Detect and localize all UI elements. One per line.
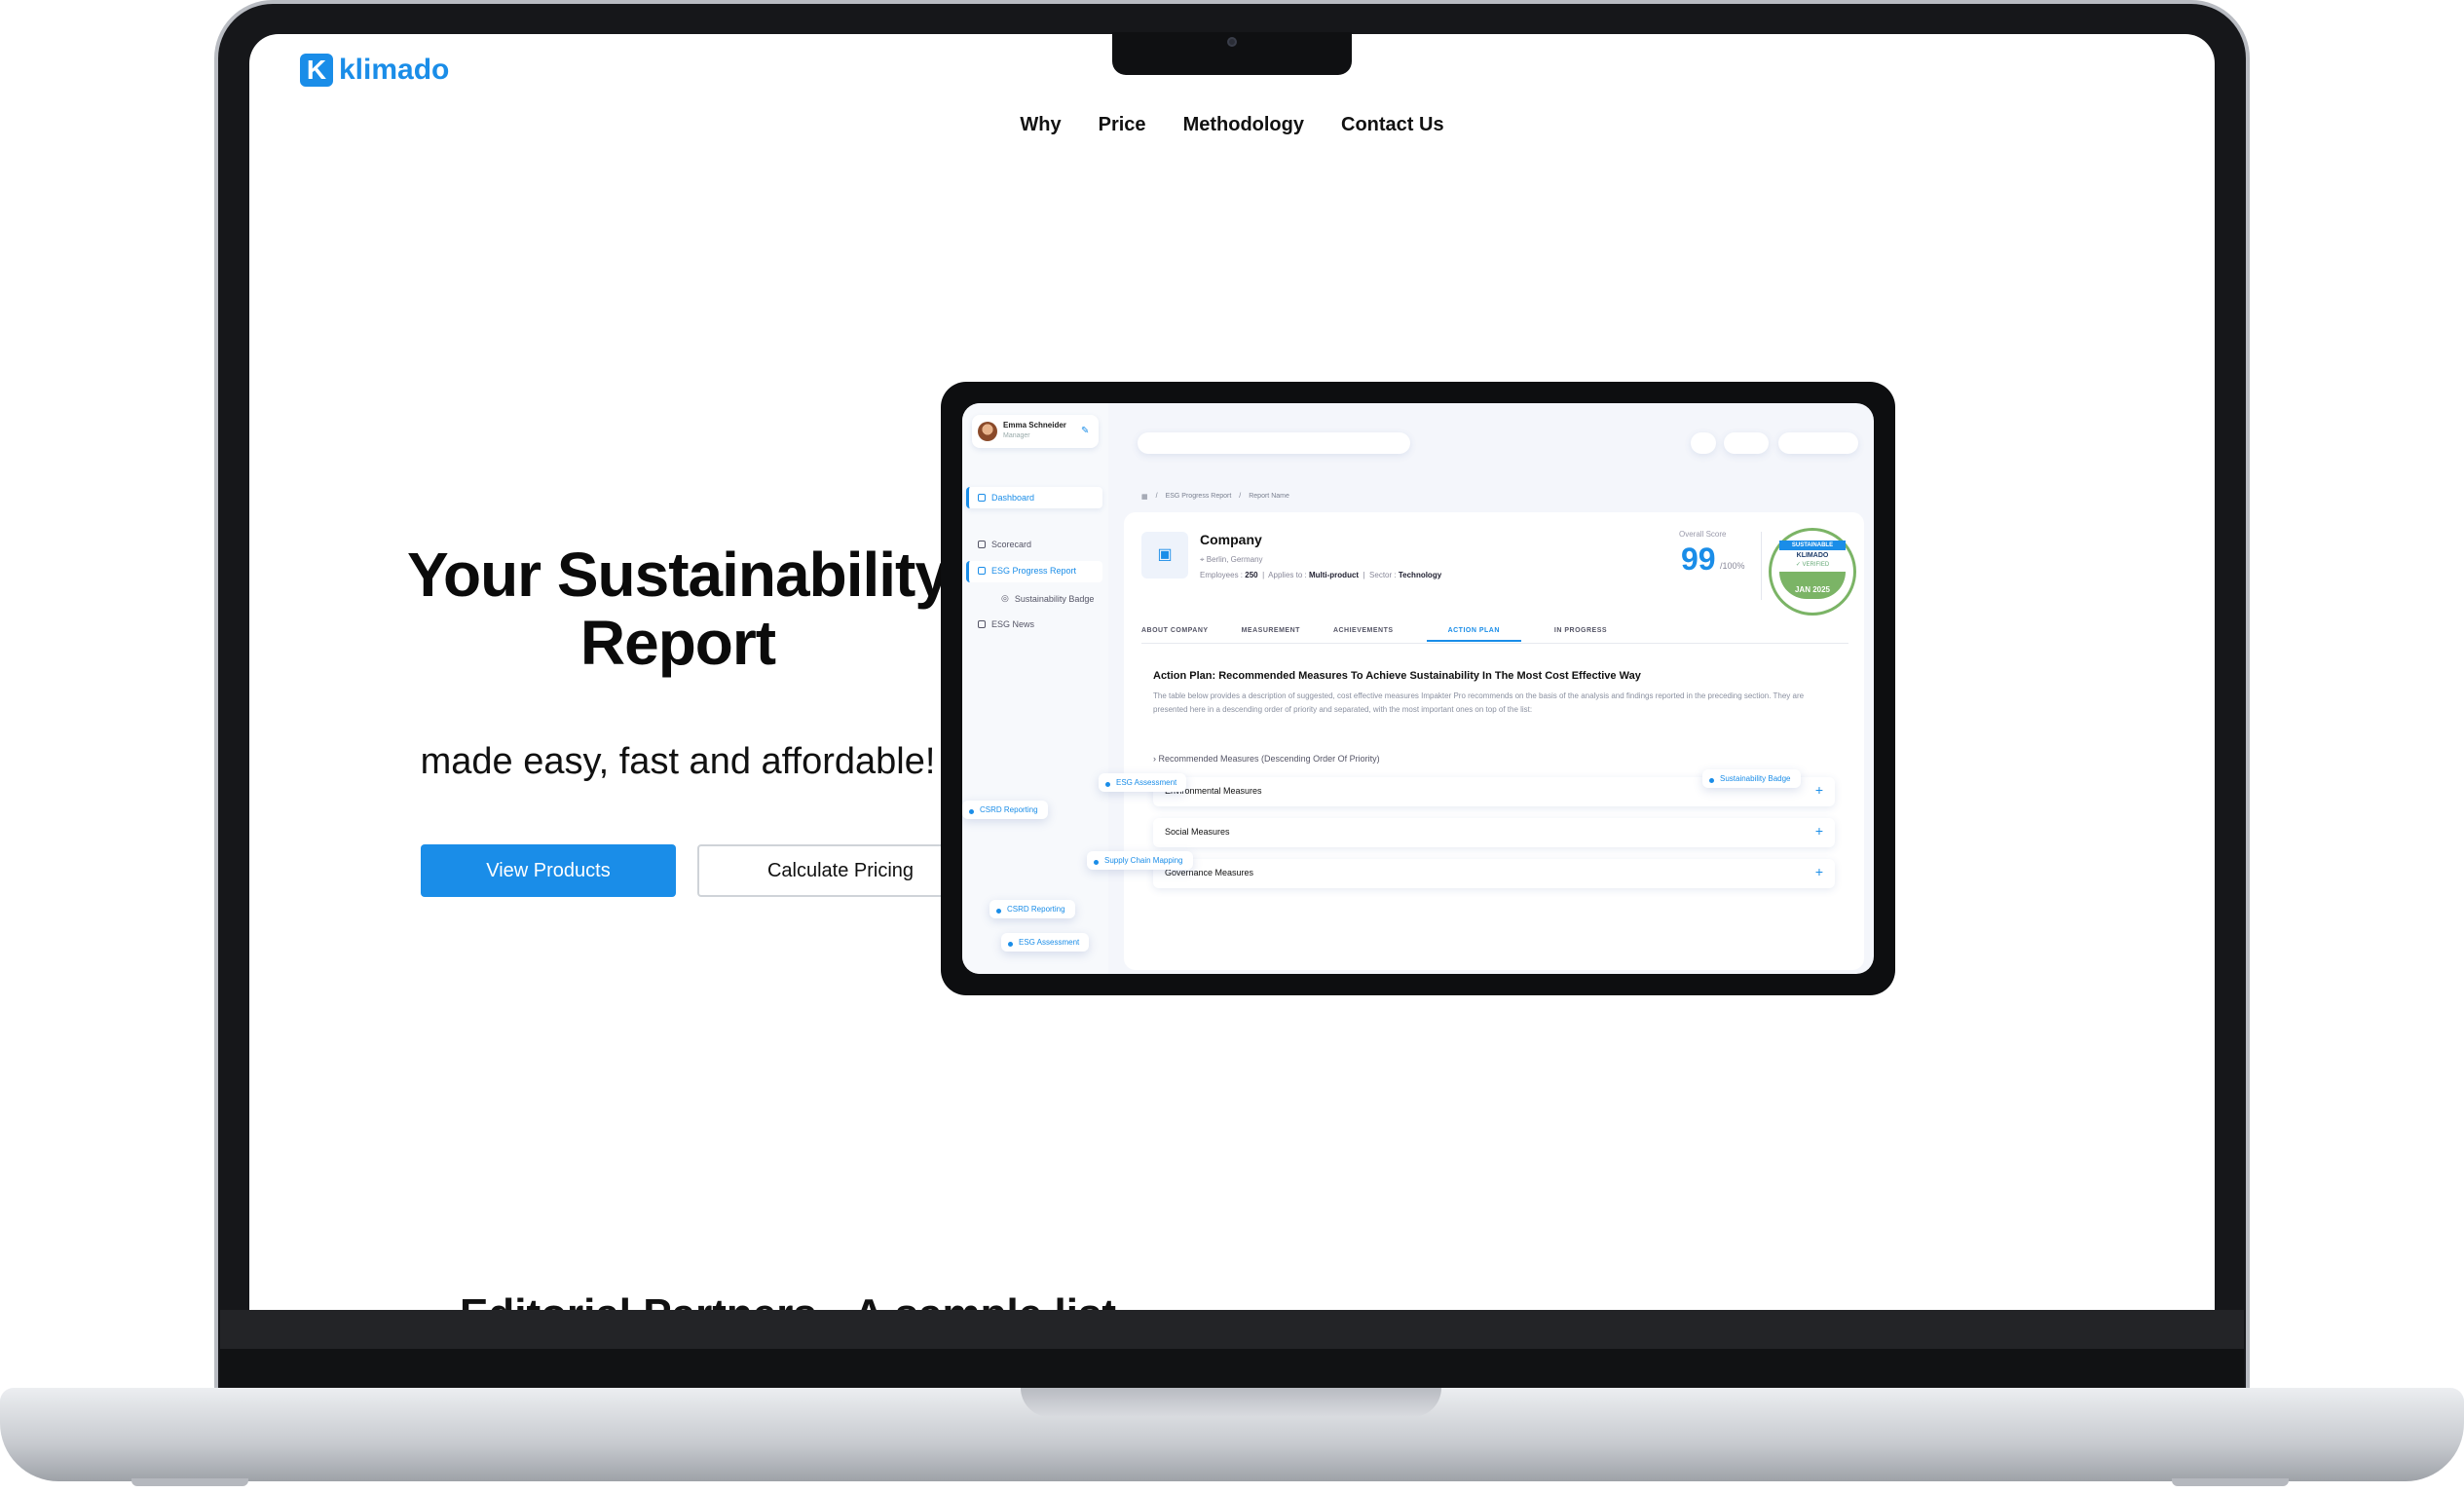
sidebar-item-label: ESG News <box>991 619 1035 629</box>
laptop-foot <box>2172 1478 2289 1486</box>
score-value: 99 <box>1681 541 1716 577</box>
home-icon: ▦ <box>1141 494 1148 501</box>
report-card: ▣ Company ⌖ Berlin, Germany Employees : … <box>1124 512 1864 970</box>
grid-icon <box>978 494 986 502</box>
company-name: Company <box>1200 532 1262 547</box>
badge-icon: ◎ <box>1001 593 1009 603</box>
nav-price[interactable]: Price <box>1099 114 1146 136</box>
score-denominator: /100% <box>1720 561 1745 571</box>
camera-icon <box>1227 37 1237 47</box>
sidebar-item-esg-news: ESG News <box>978 619 1034 629</box>
governance-measures-row: Governance Measures + <box>1153 859 1835 888</box>
chip-sustainability-badge: Sustainability Badge <box>1702 769 1801 788</box>
user-role: Manager <box>1003 432 1030 439</box>
edit-icon: ✎ <box>1081 426 1090 436</box>
news-icon <box>978 620 986 628</box>
chip-esg-assessment: ESG Assessment <box>1099 773 1187 792</box>
tabs-divider <box>1141 643 1848 644</box>
sidebar-item-esg-progress: ESG Progress Report <box>978 566 1076 576</box>
laptop-hinge <box>220 1349 2244 1388</box>
tab-in-progress: IN PROGRESS <box>1553 627 1608 634</box>
logo-text: klimado <box>339 54 450 86</box>
divider <box>1761 532 1762 600</box>
breadcrumb-item: ESG Progress Report <box>1165 493 1232 500</box>
laptop-foot <box>131 1478 248 1486</box>
chip-esg-assessment: ESG Assessment <box>1001 933 1090 952</box>
sustainability-badge-seal: SUSTAINABLE KLIMADO ✓ VERIFIED JAN 2025 <box>1769 528 1856 616</box>
hero-subtitle: made easy, fast and affordable! <box>420 741 936 782</box>
company-location: ⌖ Berlin, Germany <box>1200 555 1263 564</box>
view-products-button[interactable]: View Products <box>421 844 676 897</box>
tab-achievements: ACHIEVEMENTS <box>1332 627 1394 634</box>
user-card: Emma Schneider Manager ✎ <box>972 415 1099 448</box>
dashboard-preview: Emma Schneider Manager ✎ Dashboard Score… <box>962 403 1874 974</box>
tab-measurement: MEASUREMENT <box>1241 627 1300 634</box>
hero-title-line-2: Report <box>579 608 776 678</box>
nav-methodology[interactable]: Methodology <box>1183 114 1304 136</box>
dashboard-sidebar: Emma Schneider Manager ✎ Dashboard Score… <box>962 403 1108 974</box>
user-name: Emma Schneider <box>1003 421 1066 429</box>
logo-icon: K <box>300 54 333 87</box>
main-nav: Why Price Methodology Contact Us <box>249 114 2215 136</box>
hero-title: Your Sustainability Report <box>366 541 989 677</box>
avatar <box>978 422 997 441</box>
topbar-button <box>1778 432 1858 454</box>
chip-csrd-reporting: CSRD Reporting <box>989 900 1075 918</box>
nav-why[interactable]: Why <box>1020 114 1061 136</box>
partners-heading: Editorial Partners - A sample list <box>460 1290 1116 1310</box>
company-meta: Employees : 250 | Applies to : Multi-pro… <box>1200 571 1442 579</box>
topbar-button <box>1724 432 1769 454</box>
laptop-mockup: K klimado Why Price Methodology Contact … <box>0 0 2464 1493</box>
breadcrumb-item: Report Name <box>1249 493 1289 500</box>
score-label: Overall Score <box>1679 530 1727 539</box>
sidebar-item-dashboard: Dashboard <box>978 493 1034 503</box>
pin-icon: ⌖ <box>1200 555 1207 564</box>
scorecard-icon <box>978 541 986 548</box>
tab-about-company: ABOUT COMPANY <box>1141 627 1209 634</box>
chip-supply-chain-mapping: Supply Chain Mapping <box>1087 851 1193 870</box>
action-plan-description: The table below provides a description o… <box>1153 691 1805 714</box>
laptop-chin <box>220 1310 2244 1349</box>
report-icon <box>978 567 986 575</box>
report-tabs: ABOUT COMPANY MEASUREMENT ACHIEVEMENTS A… <box>1141 627 1607 642</box>
breadcrumb: ▦ / ESG Progress Report / Report Name <box>1141 493 1289 501</box>
social-measures-row: Social Measures + <box>1153 818 1835 847</box>
action-plan-title: Action Plan: Recommended Measures To Ach… <box>1153 670 1641 682</box>
plus-icon: + <box>1814 782 1823 798</box>
logo[interactable]: K klimado <box>300 54 449 87</box>
sidebar-item-scorecard: Scorecard <box>978 540 1031 549</box>
sidebar-item-label: Dashboard <box>991 493 1035 503</box>
sidebar-item-label: Sustainability Badge <box>1014 593 1095 604</box>
nav-contact-us[interactable]: Contact Us <box>1341 114 1444 136</box>
plus-icon: + <box>1814 823 1823 839</box>
plus-icon: + <box>1814 864 1823 879</box>
search-bar <box>1138 432 1410 454</box>
hero-title-line-1: Your Sustainability <box>407 540 950 610</box>
sidebar-item-label: Scorecard <box>991 540 1032 549</box>
recommended-measures-label: › Recommended Measures (Descending Order… <box>1153 754 1380 764</box>
tab-action-plan: ACTION PLAN <box>1426 627 1521 642</box>
laptop-groove <box>1021 1388 1441 1417</box>
image-icon: ▣ <box>1141 532 1188 579</box>
chip-csrd-reporting: CSRD Reporting <box>962 801 1048 819</box>
sidebar-item-label: ESG Progress Report <box>991 566 1077 576</box>
sidebar-item-sustainability-badge: ◎ Sustainability Badge <box>1001 593 1094 604</box>
topbar-button <box>1691 432 1716 454</box>
